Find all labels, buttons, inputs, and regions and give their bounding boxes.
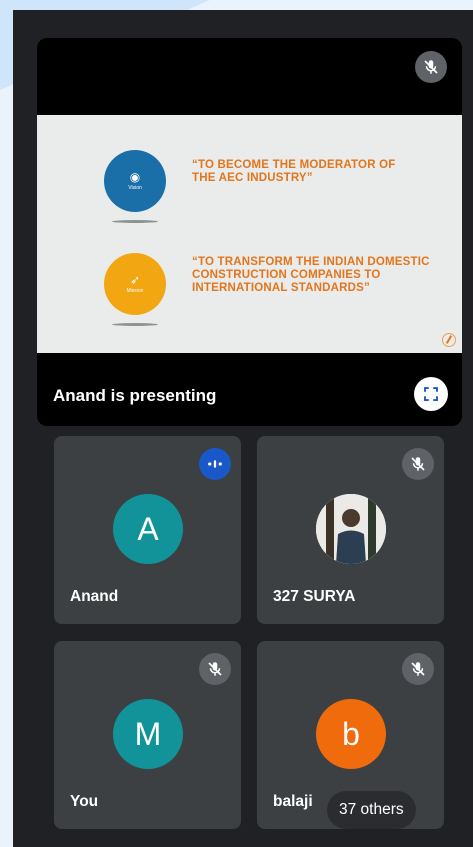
participant-tile[interactable]: b balaji 37 others [257,641,444,829]
mic-off-icon [199,653,231,685]
vision-circle: ◉ Vision [104,150,166,212]
avatar: A [113,494,183,564]
participant-tile[interactable]: M You [54,641,241,829]
mic-off-icon [402,653,434,685]
presentation-tile[interactable]: ◉ Vision “TO BECOME THE MODERATOR OF THE… [37,38,462,426]
fullscreen-icon [424,387,438,401]
participant-name: balaji [273,793,313,810]
presenter-label: Anand is presenting [53,386,217,405]
participant-name: You [70,793,99,810]
others-button[interactable]: 37 others [327,791,416,829]
mission-quote: “TO TRANSFORM THE INDIAN DOMESTIC CONSTR… [192,256,430,294]
participant-tile[interactable]: 327 SURYA [257,436,444,624]
company-logo [442,333,456,347]
eye-icon: ◉ [129,170,141,184]
audio-level-icon [199,448,231,480]
mic-off-icon [402,448,434,480]
fullscreen-button[interactable] [414,377,448,411]
avatar: M [113,699,183,769]
meeting-window: ◉ Vision “TO BECOME THE MODERATOR OF THE… [13,10,473,847]
circle-shadow [112,220,158,223]
avatar: b [316,699,386,769]
avatar-photo [316,494,386,564]
mic-off-icon [415,51,447,83]
vision-quote: “TO BECOME THE MODERATOR OF THE AEC INDU… [192,159,396,184]
participant-name: 327 SURYA [273,588,356,605]
vision-circle-label: Vision [128,185,142,191]
shared-slide: ◉ Vision “TO BECOME THE MODERATOR OF THE… [37,115,462,353]
circle-shadow [112,323,158,326]
mission-circle: ➶ Mission [104,253,166,315]
mission-circle-label: Mission [126,288,144,294]
participant-name: Anand [70,588,119,605]
rocket-icon: ➶ [129,273,141,287]
participant-tile[interactable]: A Anand [54,436,241,624]
